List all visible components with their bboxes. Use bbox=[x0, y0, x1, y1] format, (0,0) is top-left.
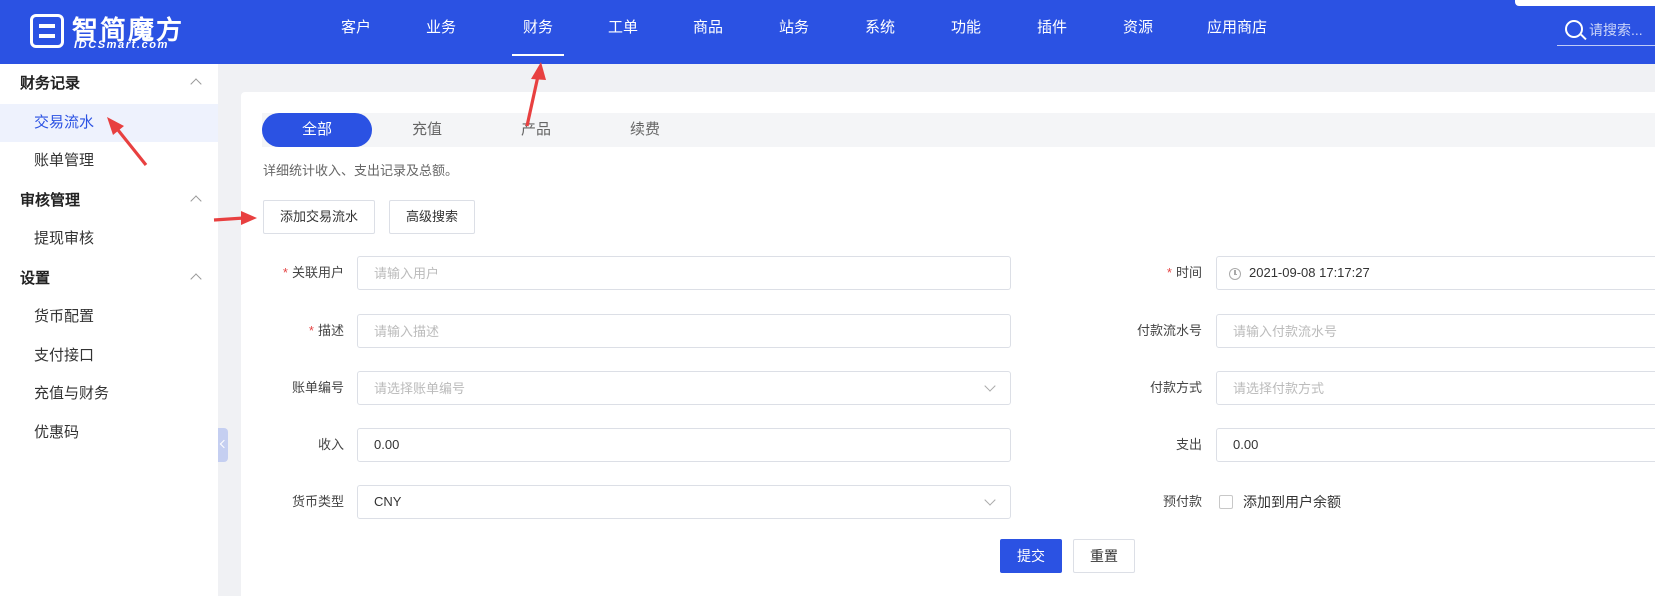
add-transaction-button[interactable]: 添加交易流水 bbox=[263, 200, 376, 234]
payment-method-select[interactable] bbox=[1216, 371, 1655, 405]
page-description: 详细统计收入、支出记录及总额。 bbox=[263, 163, 459, 178]
description-field[interactable] bbox=[357, 314, 1011, 348]
global-search[interactable] bbox=[1557, 14, 1655, 46]
time-picker[interactable]: 2021-09-08 17:17:27 bbox=[1216, 256, 1655, 290]
top-navbar: 智简魔方 IDCSmart.com 客户 业务 财务 工单 商品 站务 系统 功… bbox=[0, 0, 1655, 64]
required-mark: * bbox=[1166, 265, 1172, 280]
time-value: 2021-09-08 17:17:27 bbox=[1249, 265, 1370, 280]
top-window-tab bbox=[1515, 0, 1655, 6]
payment-serial-field[interactable] bbox=[1216, 314, 1655, 348]
description-label: * 描述 bbox=[308, 323, 344, 338]
sidebar-item-invoices[interactable]: 账单管理 bbox=[0, 142, 218, 180]
chevron-down-icon bbox=[984, 494, 996, 506]
expense-label: 支出 bbox=[1175, 437, 1202, 452]
income-label: 收入 bbox=[317, 437, 344, 452]
tab-recharge[interactable]: 充值 bbox=[372, 113, 482, 147]
invoice-no-input[interactable] bbox=[358, 372, 1010, 404]
sidebar-group-finance-records[interactable]: 财务记录 bbox=[20, 69, 202, 99]
add-to-balance-label[interactable]: 添加到用户余额 bbox=[1243, 485, 1341, 519]
nav-item-plugins[interactable]: 插件 bbox=[1032, 0, 1072, 64]
nav-item-products[interactable]: 商品 bbox=[688, 0, 728, 64]
currency-label: 货币类型 bbox=[291, 494, 344, 509]
sidebar-group-title: 财务记录 bbox=[20, 75, 81, 92]
chevron-up-icon bbox=[190, 195, 202, 207]
sidebar-group-title: 设置 bbox=[20, 270, 51, 287]
sidebar-item-payment-gateway[interactable]: 支付接口 bbox=[0, 337, 218, 375]
brand-logo[interactable]: 智简魔方 IDCSmart.com bbox=[30, 12, 200, 52]
logo-icon bbox=[30, 14, 64, 48]
add-to-balance-checkbox[interactable] bbox=[1219, 495, 1233, 509]
nav-item-system[interactable]: 系统 bbox=[860, 0, 900, 64]
income-field[interactable]: 0.00 bbox=[357, 428, 1011, 462]
invoice-no-label: 账单编号 bbox=[291, 380, 344, 395]
nav-item-site[interactable]: 站务 bbox=[774, 0, 814, 64]
nav-item-features[interactable]: 功能 bbox=[946, 0, 986, 64]
advanced-search-button[interactable]: 高级搜索 bbox=[389, 200, 476, 234]
payment-method-input[interactable] bbox=[1217, 372, 1655, 404]
nav-item-app-store[interactable]: 应用商店 bbox=[1202, 0, 1272, 64]
sidebar-collapse-handle[interactable] bbox=[218, 428, 228, 462]
nav-item-business[interactable]: 业务 bbox=[421, 0, 461, 64]
sidebar-group-title: 审核管理 bbox=[20, 192, 81, 209]
nav-item-customer[interactable]: 客户 bbox=[336, 0, 376, 64]
currency-value[interactable]: CNY bbox=[374, 486, 401, 518]
payment-serial-label: 付款流水号 bbox=[1136, 323, 1202, 338]
expense-value[interactable]: 0.00 bbox=[1233, 429, 1258, 461]
nav-item-tickets[interactable]: 工单 bbox=[603, 0, 643, 64]
sidebar: 财务记录 交易流水 账单管理 审核管理 提现审核 设置 货币配置 支付接口 充值… bbox=[0, 64, 218, 596]
brand-name-en: IDCSmart.com bbox=[74, 39, 169, 51]
user-input[interactable] bbox=[358, 257, 1010, 289]
income-value[interactable]: 0.00 bbox=[374, 429, 399, 461]
tab-all[interactable]: 全部 bbox=[262, 113, 372, 147]
payment-method-label: 付款方式 bbox=[1149, 380, 1202, 395]
payment-serial-input[interactable] bbox=[1217, 315, 1655, 347]
clock-icon bbox=[1229, 268, 1241, 280]
nav-item-finance[interactable]: 财务 bbox=[512, 0, 564, 64]
time-label: * 时间 bbox=[1166, 265, 1202, 280]
submit-button[interactable]: 提交 bbox=[1000, 539, 1062, 573]
tab-product[interactable]: 产品 bbox=[481, 113, 591, 147]
required-mark: * bbox=[308, 323, 314, 338]
invoice-no-select[interactable] bbox=[357, 371, 1011, 405]
user-label: * 关联用户 bbox=[282, 265, 344, 280]
sidebar-item-withdraw-review[interactable]: 提现审核 bbox=[0, 220, 218, 258]
reset-button[interactable]: 重置 bbox=[1073, 539, 1135, 573]
filter-tabs: 全部 充值 产品 续费 bbox=[262, 113, 1655, 147]
description-input[interactable] bbox=[358, 315, 1010, 347]
prepay-label: 预付款 bbox=[1162, 494, 1202, 509]
search-icon bbox=[1565, 20, 1583, 38]
tab-renewal[interactable]: 续费 bbox=[590, 113, 700, 147]
sidebar-item-transactions[interactable]: 交易流水 bbox=[0, 104, 218, 142]
chevron-up-icon bbox=[190, 273, 202, 285]
chevron-up-icon bbox=[190, 78, 202, 90]
sidebar-group-settings[interactable]: 设置 bbox=[20, 264, 202, 294]
required-mark: * bbox=[282, 265, 288, 280]
expense-field[interactable]: 0.00 bbox=[1216, 428, 1655, 462]
sidebar-item-currency-config[interactable]: 货币配置 bbox=[0, 298, 218, 336]
search-input[interactable] bbox=[1589, 18, 1655, 42]
sidebar-group-review[interactable]: 审核管理 bbox=[20, 186, 202, 216]
user-field[interactable] bbox=[357, 256, 1011, 290]
sidebar-item-coupons[interactable]: 优惠码 bbox=[0, 414, 218, 452]
currency-select[interactable]: CNY bbox=[357, 485, 1011, 519]
sidebar-item-recharge-finance[interactable]: 充值与财务 bbox=[0, 375, 218, 413]
nav-item-resources[interactable]: 资源 bbox=[1118, 0, 1158, 64]
